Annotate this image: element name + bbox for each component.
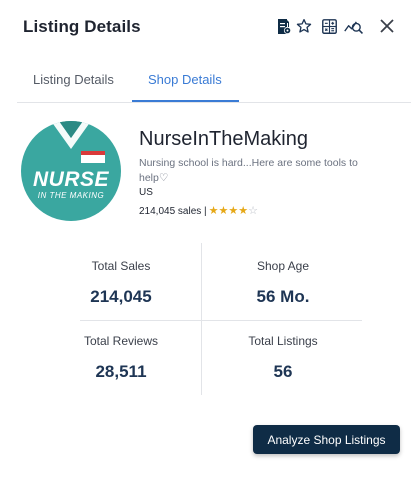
shop-age-label: Shop Age [256, 259, 310, 273]
stats-divider-horizontal [80, 320, 362, 321]
stats-divider-vertical [201, 243, 202, 395]
total-reviews-label: Total Reviews [83, 334, 159, 348]
star-rating: ★ ★ ★ ★ ☆ [209, 206, 258, 217]
total-sales-value: 214,045 [90, 287, 152, 306]
shop-sales-count: 214,045 sales | [139, 206, 207, 217]
star-filled-icon: ★ [228, 205, 239, 217]
star-filled-icon: ★ [208, 205, 219, 217]
shop-sales-rating: 214,045 sales | ★ ★ ★ ★ ☆ [139, 206, 258, 218]
analyze-shop-listings-button[interactable]: Analyze Shop Listings [253, 425, 400, 454]
panel-header: Listing Details [0, 0, 420, 54]
analytics-search-icon[interactable] [344, 17, 364, 35]
shop-description-line-1: Nursing school is hard...Here are some t… [139, 157, 358, 169]
star-filled-icon: ★ [238, 205, 249, 217]
tab-bar: Listing Details Shop Details [17, 62, 411, 103]
shop-description-line-2: help♡ [139, 172, 169, 184]
flag-badge [81, 151, 105, 163]
star-outline-icon[interactable] [295, 17, 313, 35]
calculator-icon[interactable] [320, 17, 338, 35]
logo-text-in-the-making: IN THE MAKING [37, 191, 105, 200]
logo-text-nurse: NURSE [32, 168, 109, 191]
tab-listing-details[interactable]: Listing Details [33, 72, 114, 87]
document-settings-icon[interactable] [275, 17, 293, 35]
shop-age-value: 56 Mo. [256, 287, 310, 306]
panel-title: Listing Details [23, 17, 141, 36]
total-reviews-value: 28,511 [95, 362, 147, 381]
shop-country: US [139, 187, 153, 198]
active-tab-indicator [132, 100, 239, 102]
star-empty-icon: ☆ [248, 205, 259, 217]
shop-logo: NURSE IN THE MAKING [21, 121, 121, 221]
shop-description: Nursing school is hard...Here are some t… [139, 156, 379, 186]
close-icon[interactable] [378, 17, 396, 35]
total-sales-label: Total Sales [91, 259, 151, 273]
shop-stats-grid: Total Sales 214,045 Shop Age 56 Mo. Tota… [80, 243, 362, 395]
tab-shop-details[interactable]: Shop Details [148, 72, 222, 87]
star-filled-icon: ★ [218, 205, 229, 217]
shop-name[interactable]: NurseInTheMaking [139, 128, 308, 151]
total-listings-value: 56 [273, 362, 293, 381]
total-listings-label: Total Listings [248, 334, 318, 348]
